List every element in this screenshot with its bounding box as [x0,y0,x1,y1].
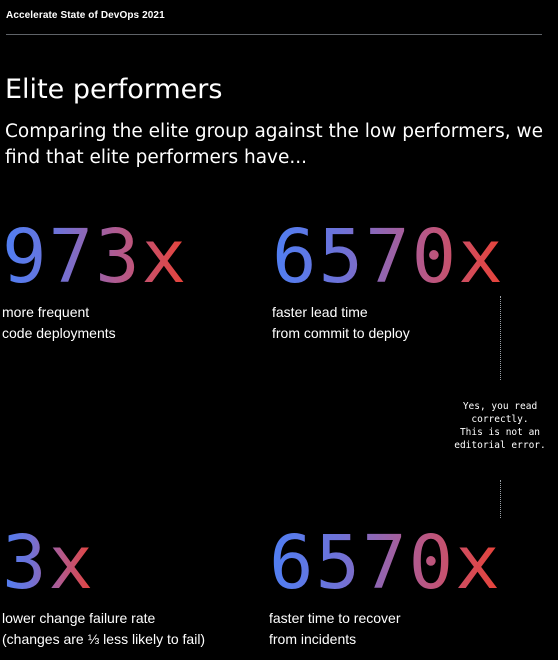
editorial-note: Yes, you read correctly. This is not an … [440,400,558,452]
intro-text: Comparing the elite group against the lo… [5,121,543,168]
report-title: Accelerate State of DevOps 2021 [6,10,165,21]
stat-caption: lower change failure rate (changes are ⅓… [2,608,205,650]
stat-caption-line: lower change failure rate [2,610,156,626]
stat-value: 3x [2,520,96,606]
stat-deployment-frequency: 973x more frequent code deployments [2,214,188,344]
stat-caption: faster time to recover from incidents [269,608,502,650]
note-line: correctly. [471,414,529,425]
note-line: Yes, you read [462,401,538,412]
stat-caption-line: code deployments [2,325,116,341]
stat-caption-line: from incidents [269,631,357,647]
stat-caption-line: more frequent [2,304,90,320]
dotted-connector-line [500,480,501,518]
stat-caption-line: faster time to recover [269,610,401,626]
stat-caption: faster lead time from commit to deploy [272,302,505,344]
stat-lead-time: 6570x faster lead time from commit to de… [272,214,505,344]
dotted-connector-line [500,296,501,380]
header-divider [6,34,542,35]
stat-value: 973x [2,214,189,300]
stat-caption-line: from commit to deploy [272,325,410,341]
stat-value: 6570x [269,520,502,606]
stat-caption-line: faster lead time [272,304,368,320]
page-heading: Elite performers [5,74,223,105]
note-line: This is not an [459,427,541,438]
stat-time-to-recover: 6570x faster time to recover from incide… [269,520,502,650]
stat-value: 6570x [272,214,505,300]
note-line: editorial error. [454,440,546,451]
stat-caption-line: (changes are ⅓ less likely to fail) [2,631,206,647]
stat-change-failure-rate: 3x lower change failure rate (changes ar… [2,520,205,650]
stat-caption: more frequent code deployments [2,302,188,344]
